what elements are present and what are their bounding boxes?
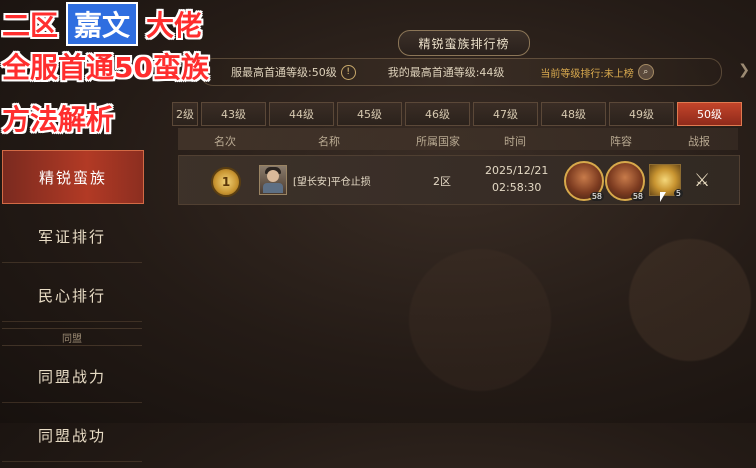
col-report: 战报 — [688, 135, 710, 148]
col-rank: 名次 — [214, 135, 236, 148]
tab-level[interactable]: 48级 — [541, 102, 606, 126]
search-icon[interactable]: ⌕ — [637, 64, 654, 80]
clear-time: 02:58:30 — [492, 181, 542, 194]
player-country: 2区 — [433, 175, 451, 188]
tab-level[interactable]: 2级 — [172, 102, 198, 126]
sidebar: 精锐蛮族 军证排行 民心排行 同盟 同盟战力 同盟战功 — [0, 150, 145, 468]
caption-1a: 二区 — [2, 9, 59, 42]
hero-portrait-icon[interactable]: 58 — [564, 161, 604, 201]
caption-line3: 方法解析 — [2, 103, 115, 136]
tab-level[interactable]: 44级 — [269, 102, 334, 126]
sidebar-divider: 同盟 — [2, 328, 142, 346]
table-header: 名次 名称 所属国家 时间 阵容 战报 — [178, 128, 738, 150]
my-first-level: 我的最高首通等级:44级 — [387, 66, 505, 79]
hero-portrait-icon[interactable]: 58 — [605, 161, 645, 201]
tab-level[interactable]: 46级 — [405, 102, 470, 126]
caption-line2: 全服首通50蛮族 — [2, 51, 209, 84]
tab-level[interactable]: 43级 — [201, 102, 266, 126]
rank-medal-icon: 1 — [211, 167, 241, 197]
tab-level[interactable]: 49级 — [609, 102, 674, 126]
battle-report-icon[interactable]: ⚔ — [694, 170, 710, 191]
tab-level-active[interactable]: 50级 — [677, 102, 742, 126]
current-rank: 当前等级排行:未上榜 — [540, 68, 634, 80]
tab-level[interactable]: 47级 — [473, 102, 538, 126]
col-name: 名称 — [318, 135, 340, 148]
chevron-right-icon[interactable]: ❯ — [738, 62, 750, 78]
sidebar-item-alliance-merit[interactable]: 同盟战功 — [2, 409, 142, 462]
caption-1c: 大佬 — [146, 9, 203, 42]
table-row[interactable]: 1 [望长安]平仓止损 2区 2025/12/21 02:58:30 58 58… — [178, 155, 740, 205]
cursor-icon — [660, 192, 666, 202]
avatar[interactable] — [259, 165, 287, 195]
player-name: [望长安]平仓止损 — [293, 177, 371, 188]
server-first-level: 服最高首通等级:50级 — [231, 66, 337, 79]
sidebar-item-elite-barbarian[interactable]: 精锐蛮族 — [2, 150, 144, 204]
col-country: 所属国家 — [416, 135, 460, 148]
col-time: 时间 — [504, 135, 526, 148]
clear-date: 2025/12/21 — [485, 164, 549, 177]
avatar-body — [263, 183, 283, 193]
level-tabs: 2级 43级 44级 45级 46级 47级 48级 49级 50级 — [172, 102, 742, 126]
help-icon[interactable]: ! — [340, 64, 356, 80]
page-title: 精锐蛮族排行榜 — [398, 30, 530, 56]
caption-line1: 二区 嘉文 大佬 — [2, 2, 202, 46]
col-lineup: 阵容 — [610, 135, 632, 148]
sidebar-item-military[interactable]: 军证排行 — [2, 210, 142, 263]
caption-1b: 嘉文 — [66, 2, 139, 46]
sidebar-item-alliance-power[interactable]: 同盟战力 — [2, 350, 142, 403]
avatar-face — [267, 170, 279, 182]
sidebar-item-popularity[interactable]: 民心排行 — [2, 269, 142, 322]
info-bar: 服最高首通等级:50级 ! 我的最高首通等级:44级 当前等级排行:未上榜 ⌕ — [200, 58, 722, 86]
tab-level[interactable]: 45级 — [337, 102, 402, 126]
